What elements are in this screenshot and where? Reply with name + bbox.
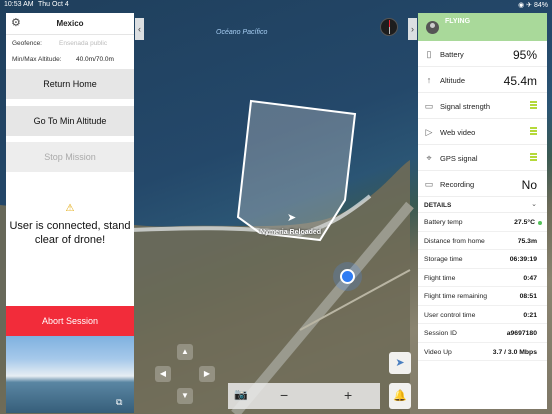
- gps-bars-icon: [530, 153, 537, 163]
- panel-header: ⚙ Mexico: [6, 13, 134, 35]
- detail-label: Video Up: [424, 348, 452, 356]
- telemetry-panel: FLYING ▯ Battery 95% ↑ Altitude 45.4m ▭ …: [418, 13, 547, 409]
- status-bar: 10:53 AM Thu Oct 4 ◉ ✈ 84%: [0, 0, 552, 11]
- geofence-label: Geofence:: [12, 40, 42, 47]
- battery-icon: ▯: [426, 49, 432, 59]
- battery-row: ▯ Battery 95%: [418, 41, 547, 67]
- connection-warning: ⚠ User is connected, stand clear of dron…: [6, 203, 134, 247]
- detail-row: Storage time 06:39:19: [418, 250, 547, 269]
- detail-value: 0:21: [523, 311, 537, 319]
- detail-row: User control time 0:21: [418, 306, 547, 324]
- detail-row: Flight time 0:47: [418, 269, 547, 287]
- clock: 10:53 AM: [4, 1, 34, 8]
- video-bars-icon: [530, 127, 537, 137]
- detail-label: Distance from home: [424, 237, 485, 245]
- user-location-marker: [340, 269, 355, 284]
- gps-label: GPS signal: [440, 154, 478, 163]
- pan-down-button[interactable]: ▼: [177, 388, 193, 404]
- go-min-altitude-button[interactable]: Go To Min Altitude: [6, 106, 134, 136]
- altitude-icon: ↑: [426, 75, 432, 85]
- details-toggle[interactable]: DETAILS ⌄: [418, 197, 547, 213]
- camera-icon[interactable]: 📷: [234, 388, 248, 401]
- detail-label: Battery temp: [424, 219, 463, 226]
- web-video-label: Web video: [440, 128, 476, 137]
- geofence-row: Geofence: Ensenada public: [6, 35, 134, 51]
- signal-bars-icon: [530, 101, 537, 111]
- zoom-toolbar: 📷 − +: [228, 383, 380, 409]
- detail-label: Storage time: [424, 256, 463, 263]
- recording-value: No: [521, 178, 537, 192]
- recording-row: ▭ Recording No: [418, 171, 547, 197]
- flight-status-header: FLYING: [418, 13, 547, 41]
- detail-label: Flight time remaining: [424, 293, 488, 300]
- altitude-label: Altitude: [440, 76, 466, 85]
- detail-row: Flight time remaining 08:51: [418, 287, 547, 306]
- locate-icon[interactable]: ➤: [389, 352, 411, 374]
- detail-row: Battery temp 27.5°C: [418, 213, 547, 232]
- recording-label: Recording: [440, 180, 475, 189]
- altitude-value: 45.4m: [503, 74, 537, 88]
- signal-row: ▭ Signal strength: [418, 93, 547, 119]
- aircraft-label: Nymeria Reloaded: [260, 229, 322, 236]
- detail-value: a9697180: [506, 330, 537, 337]
- detail-value: 3.7 / 3.0 Mbps: [492, 348, 537, 356]
- details-label: DETAILS: [424, 202, 452, 209]
- compass-icon[interactable]: [380, 18, 398, 36]
- altitude-range-label: Min/Max Altitude:: [12, 56, 62, 63]
- detail-value: 75.3m: [517, 237, 537, 245]
- drone-icon: ➤: [287, 212, 297, 224]
- altitude-row: Min/Max Altitude: 40.0m/70.0m: [6, 51, 134, 67]
- detail-label: User control time: [424, 311, 476, 319]
- detail-label: Session ID: [424, 330, 457, 337]
- zoom-in-button[interactable]: +: [344, 387, 352, 403]
- play-icon: ▷: [425, 127, 433, 137]
- video-camera-icon: ▭: [424, 179, 434, 189]
- abort-session-button[interactable]: Abort Session: [6, 306, 134, 336]
- pan-right-button[interactable]: ▶: [199, 366, 215, 382]
- flight-status: FLYING: [445, 18, 471, 25]
- avatar: [426, 21, 439, 34]
- detail-row: Video Up 3.7 / 3.0 Mbps: [418, 343, 547, 361]
- detail-value: 08:51: [519, 293, 537, 300]
- altitude-row: ↑ Altitude 45.4m: [418, 67, 547, 93]
- battery-label: Battery: [440, 50, 464, 59]
- detail-row: Session ID a9697180: [418, 324, 547, 343]
- stop-mission-button[interactable]: Stop Mission: [6, 142, 134, 172]
- web-video-row: ▷ Web video: [418, 119, 547, 145]
- detail-label: Flight time: [424, 274, 456, 282]
- detail-value: 27.5°C: [514, 219, 535, 226]
- bell-icon[interactable]: 🔔: [389, 383, 411, 409]
- camera-preview[interactable]: ⧉: [6, 336, 134, 413]
- detail-value: 06:39:19: [509, 256, 537, 263]
- location-title: Mexico: [56, 19, 84, 28]
- warning-icon: ⚠: [65, 203, 75, 214]
- gps-row: ⌖ GPS signal: [418, 145, 547, 171]
- collapse-left-panel-button[interactable]: ‹: [135, 18, 144, 40]
- signal-icon: ▭: [424, 101, 434, 111]
- detail-row: Distance from home 75.3m: [418, 232, 547, 250]
- gps-icon: ⌖: [426, 153, 432, 163]
- status-dot: [538, 221, 542, 225]
- expand-icon[interactable]: ⧉: [116, 397, 126, 407]
- chevron-down-icon: ⌄: [531, 201, 537, 208]
- battery-value: 95%: [512, 48, 537, 62]
- system-indicators: ◉ ✈ 84%: [518, 2, 548, 9]
- return-home-button[interactable]: Return Home: [6, 69, 134, 99]
- ocean-label: Océano Pacífico: [216, 29, 268, 36]
- mission-panel: ⚙ Mexico Geofence: Ensenada public Min/M…: [6, 13, 134, 413]
- zoom-out-button[interactable]: −: [280, 387, 288, 403]
- warning-message: User is connected, stand clear of drone!: [9, 220, 131, 246]
- signal-label: Signal strength: [440, 102, 491, 111]
- pan-left-button[interactable]: ◀: [155, 366, 171, 382]
- geofence-value: Ensenada public: [59, 40, 108, 47]
- altitude-range-value: 40.0m/70.0m: [76, 56, 114, 63]
- date: Thu Oct 4: [38, 1, 69, 8]
- pan-up-button[interactable]: ▲: [177, 344, 193, 360]
- detail-value: 0:47: [523, 274, 537, 282]
- collapse-right-panel-button[interactable]: ›: [408, 18, 417, 40]
